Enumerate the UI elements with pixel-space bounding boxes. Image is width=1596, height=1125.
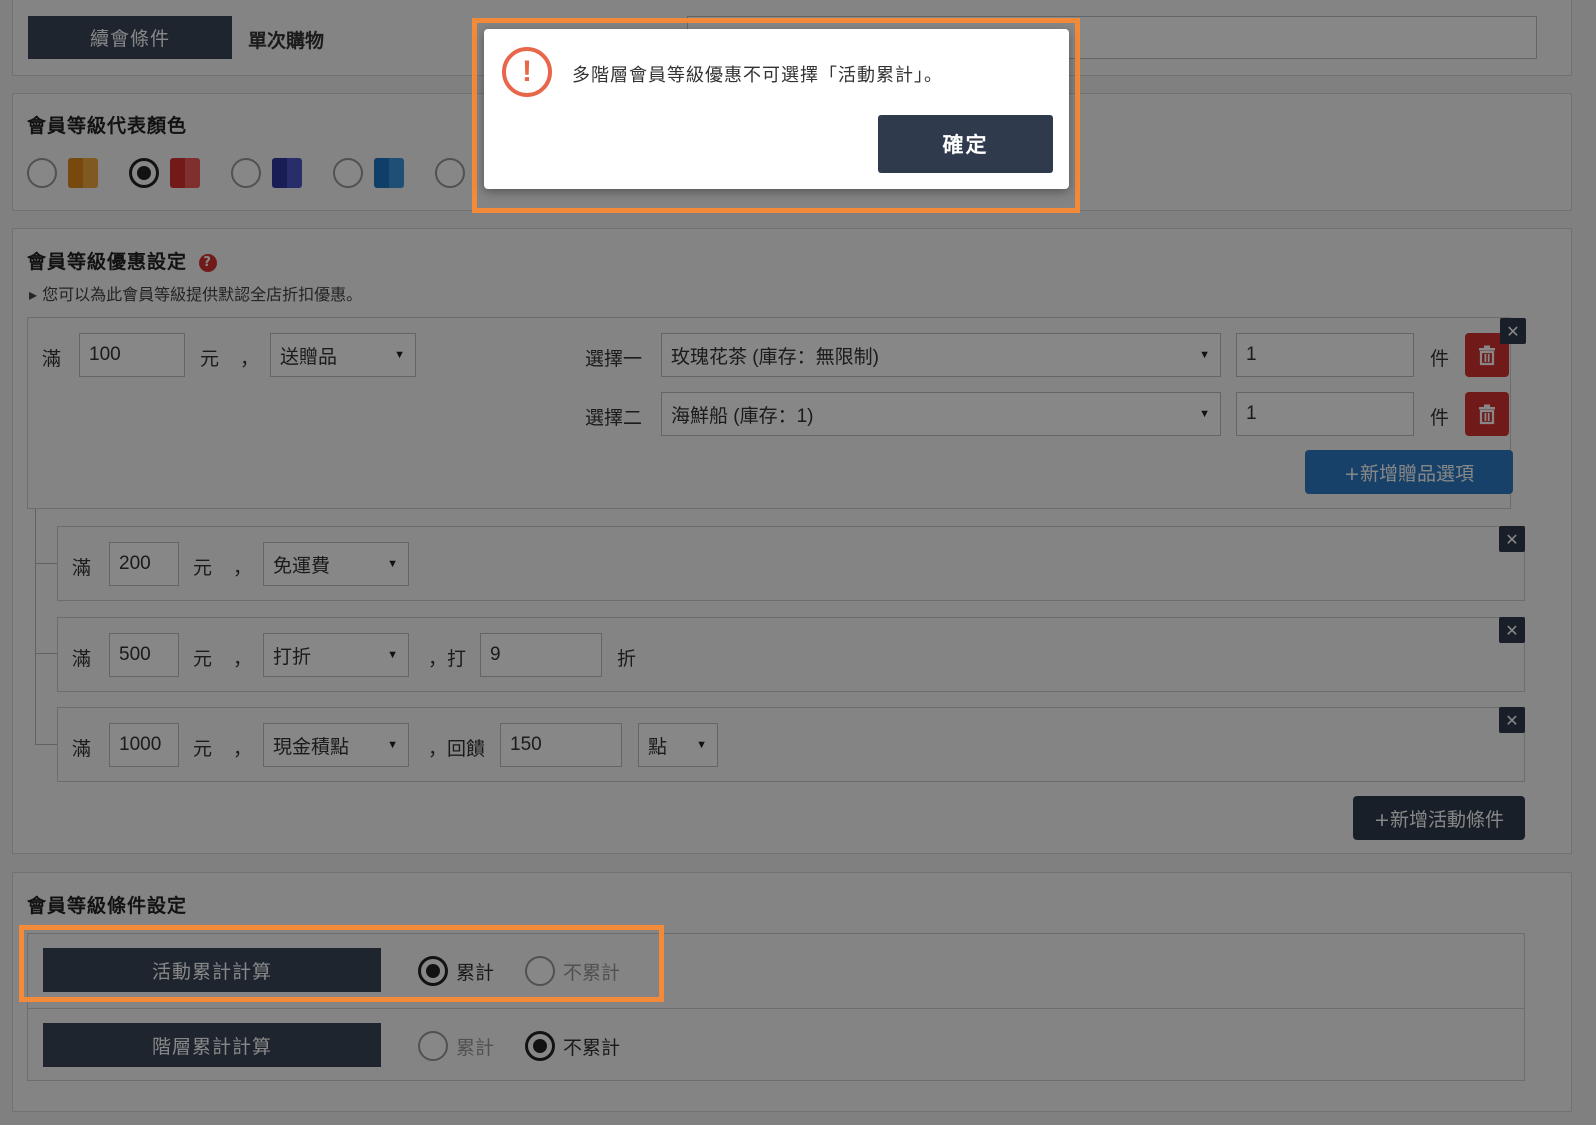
page: 續會條件 單次購物 會員等級代表顏色 會員等級優惠設定 ? ▸ 您可以為此會員等…: [0, 0, 1596, 1125]
confirm-button[interactable]: 確定: [878, 115, 1053, 173]
alert-dialog: ! 多階層會員等級優惠不可選擇「活動累計」。 確定: [484, 29, 1069, 189]
alert-message: 多階層會員等級優惠不可選擇「活動累計」。: [572, 65, 943, 86]
activity-cumulative-highlight: [19, 925, 664, 1002]
warning-icon: !: [502, 47, 552, 97]
